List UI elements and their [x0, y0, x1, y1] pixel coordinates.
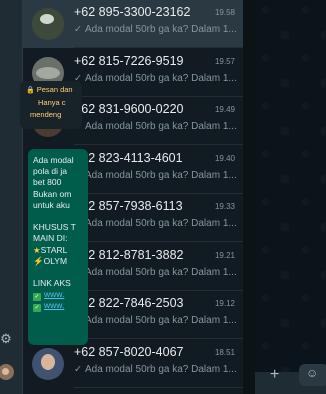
message-text: Bukan om — [33, 188, 72, 199]
contact-name: +62 815-7226-9519 — [74, 53, 184, 68]
lightning-icon: ⚡ — [33, 255, 44, 266]
message-preview: ✓Ada modal 50rb ga ka? Dalam 1... — [74, 24, 240, 35]
message-preview: ✓Ada modal 50rb ga ka? Dalam 1... — [74, 73, 240, 84]
message-text: LINK AKS — [33, 278, 71, 289]
message-time: 19.12 — [214, 299, 235, 308]
conversation-pane — [255, 0, 326, 394]
preview-text: Ada modal 50rb ga ka? Dalam 1... — [84, 218, 237, 229]
message-text: KHUSUS T — [33, 222, 76, 233]
preview-text: Ada modal 50rb ga ka? Dalam 1... — [84, 24, 237, 35]
message-preview: ✓Ada modal 50rb ga ka? Dalam 1... — [74, 267, 240, 278]
encryption-text-3: mendeng — [30, 110, 62, 119]
chat-list-item[interactable]: +62 895-3300-23162 19.58 ✓ Ada modal 50rb g… — [23, 0, 243, 48]
message-text: MAIN DI: — [33, 233, 68, 244]
preview-text: Ada modal 50rb ga ka? Dalam 1... — [84, 315, 237, 326]
double-check-icon: ✓ — [74, 24, 82, 35]
green-check-icon: ✓ — [33, 304, 41, 313]
message-time: 19.58 — [214, 8, 235, 17]
sticker-icon[interactable]: ☺ — [306, 366, 320, 380]
double-check-icon: ✓ — [74, 363, 82, 375]
message-line — [33, 211, 88, 222]
message-text: STARL — [40, 244, 68, 255]
row-divider — [74, 386, 243, 388]
encryption-line-2: Hanya c — [26, 97, 82, 109]
encryption-line-1: 🔒 Pesan dan — [26, 84, 82, 97]
message-time: 19.57 — [214, 56, 235, 66]
message-line: ✓ www. — [33, 300, 88, 313]
message-line: Bukan om — [33, 189, 88, 200]
message-line: Ada modal — [33, 155, 88, 166]
message-preview: ✓Ada modal 50rb ga ka? Dalam 1... — [74, 364, 240, 375]
message-preview: ✓Ada modal 50rb ga ka? Dalam 1... — [74, 170, 240, 181]
message-preview: ✓Ada modal 50rb ga ka? Dalam 1... — [74, 315, 240, 326]
pane-divider — [243, 0, 255, 394]
attach-plus-icon[interactable]: + — [270, 367, 279, 383]
message-text: pola di ja — [33, 166, 68, 177]
message-line: pola di ja — [33, 166, 88, 177]
preview-text: Ada modal 50rb ga ka? Dalam 1... — [84, 121, 237, 132]
message-text: bet 800 — [33, 177, 62, 188]
message-line: untuk aku — [33, 200, 88, 211]
preview-text: Ada modal 50rb ga ka? Dalam 1... — [84, 266, 237, 278]
message-line — [33, 267, 88, 278]
message-line: ★STARL — [33, 245, 88, 256]
contact-avatar — [32, 347, 64, 380]
contact-name: +62 895-3300-23162 — [74, 5, 191, 19]
message-time: 18.51 — [214, 347, 235, 357]
message-preview: ✓Ada modal 50rb ga ka? Dalam 1... — [74, 218, 240, 229]
contact-name: +62 857-7938-6113 — [74, 199, 183, 213]
contact-name: +62 857-8020-4067 — [74, 344, 184, 359]
incoming-message-bubble[interactable]: Ada modal pola di ja bet 800 Bukan om untuk … — [28, 149, 88, 345]
encryption-text-1: Pesan dan — [36, 85, 73, 94]
encryption-notice[interactable]: 🔒 Pesan dan Hanya c mendeng — [20, 81, 82, 129]
message-text: untuk aku — [33, 199, 70, 210]
encryption-line-3: mendeng — [26, 109, 82, 121]
message-line: KHUSUS T — [33, 222, 88, 233]
message-time: 19.40 — [214, 153, 235, 163]
navigation-rail: ⚙ — [0, 0, 23, 394]
message-link[interactable]: www. — [44, 300, 64, 310]
message-line: ⚡OLYM — [33, 256, 88, 267]
encryption-text-2: Hanya c — [38, 98, 66, 107]
contact-name: +62 822-7846-2503 — [74, 296, 184, 310]
settings-gear-icon[interactable]: ⚙ — [0, 332, 12, 346]
avatar-photo-subject — [36, 66, 60, 79]
preview-text: Ada modal 50rb ga ka? Dalam 1... — [84, 363, 237, 375]
profile-avatar[interactable] — [0, 364, 14, 380]
avatar-photo-subject — [40, 14, 54, 24]
message-time: 19.21 — [214, 250, 235, 260]
contact-avatar — [32, 8, 64, 40]
chat-wallpaper — [255, 0, 326, 394]
message-text: OLYM — [43, 255, 68, 266]
chat-list-item[interactable]: +62 857-8020-4067 18.51 ✓ Ada modal 50rb ga… — [23, 340, 243, 388]
preview-text: Ada modal 50rb ga ka? Dalam 1... — [84, 169, 237, 181]
preview-text: Ada modal 50rb ga ka? Dalam 1... — [84, 72, 237, 84]
message-line: ✓ www. — [33, 289, 88, 302]
message-text: Ada modal — [33, 155, 74, 165]
star-icon: ★ — [33, 244, 41, 255]
message-time: 19.49 — [214, 105, 235, 114]
avatar-photo-subject — [41, 353, 55, 370]
message-link[interactable]: www. — [44, 289, 64, 299]
message-line: bet 800 — [33, 177, 88, 188]
message-line: MAIN DI: — [33, 233, 88, 244]
message-time: 19.33 — [214, 202, 235, 211]
message-line: LINK AKS — [33, 278, 88, 289]
contact-name: +62 812-8781-3882 — [74, 247, 184, 262]
contact-name: +62 831-9600-0220 — [74, 102, 184, 116]
contact-name: +62 823-4113-4601 — [74, 150, 183, 165]
message-preview: ✓Ada modal 50rb ga ka? Dalam 1... — [74, 121, 240, 132]
lock-icon: 🔒 — [26, 87, 35, 94]
